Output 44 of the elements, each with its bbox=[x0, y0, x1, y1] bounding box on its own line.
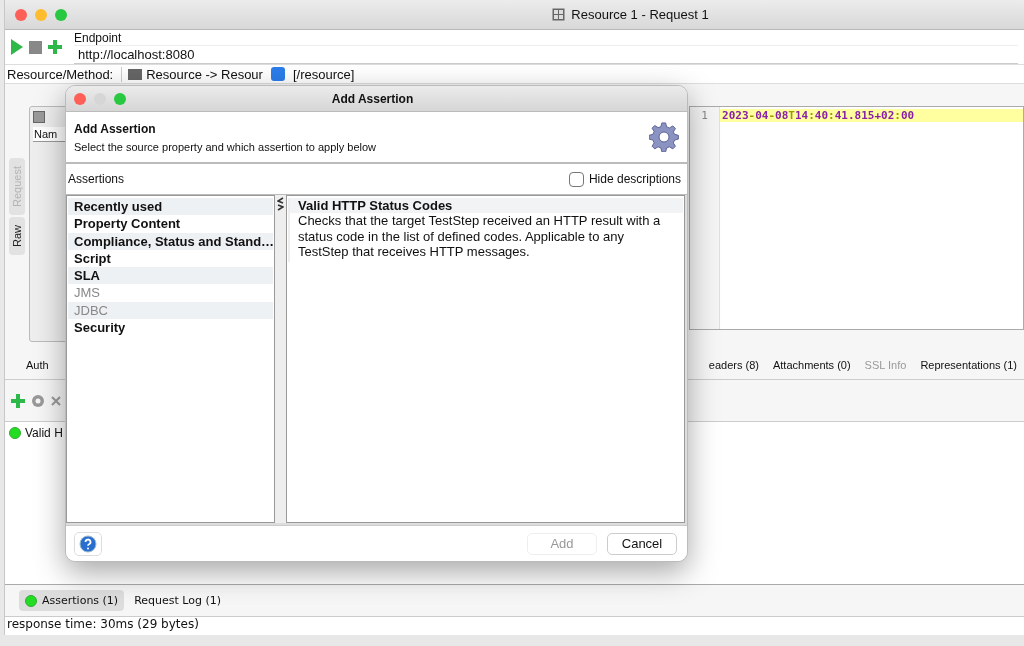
dialog-subheading: Select the source property and which assertion to apply below bbox=[74, 140, 378, 153]
detail-tab[interactable]: Attachments (0) bbox=[765, 358, 858, 371]
window-title: Resource 1 - Request 1 bbox=[571, 7, 709, 22]
status-bar: response time: 30ms (29 bytes) bbox=[5, 617, 1024, 635]
assertion-title[interactable]: Valid HTTP Status Codes bbox=[290, 198, 683, 213]
table-icon[interactable] bbox=[33, 111, 45, 123]
detail-tab[interactable]: eaders (8) bbox=[701, 358, 766, 371]
endpoint-field[interactable]: http://localhost:8080 bbox=[74, 44, 1018, 64]
zoom-button[interactable] bbox=[55, 8, 67, 21]
resource-method-label: Resource/Method: bbox=[7, 66, 114, 82]
tab-label: Assertions (1) bbox=[42, 594, 119, 607]
close-button[interactable] bbox=[74, 92, 86, 105]
help-icon bbox=[79, 534, 97, 553]
close-icon[interactable] bbox=[51, 395, 61, 406]
detail-tab[interactable]: Auth bbox=[19, 358, 56, 371]
bottom-tab[interactable]: Assertions (1) bbox=[19, 590, 125, 611]
dialog-button[interactable]: Cancel bbox=[607, 532, 677, 555]
stop-icon[interactable] bbox=[29, 40, 42, 54]
plus-icon[interactable] bbox=[11, 393, 25, 408]
dialog-heading: Add Assertion bbox=[74, 121, 157, 136]
resource-path: [/resource] bbox=[292, 66, 355, 82]
play-icon[interactable] bbox=[11, 39, 23, 55]
line-number: 1 bbox=[701, 109, 708, 122]
resource-select[interactable]: Resource -> Resour bbox=[146, 66, 263, 82]
endpoint-label: Endpoint bbox=[74, 30, 123, 45]
assertion-description: Checks that the target TestStep received an HTTP result with a status code in the list of defined codes. Applicable to any TestStep that receives HTTP messages. bbox=[298, 213, 662, 260]
assertion-name[interactable]: Valid H bbox=[25, 426, 63, 440]
dialog-title: Add Assertion bbox=[330, 91, 415, 106]
bottom-tab[interactable]: Request Log (1) bbox=[128, 590, 228, 611]
checkbox-label: Hide descriptions bbox=[588, 172, 681, 186]
grid-icon bbox=[552, 8, 566, 21]
tab-label: Request Log (1) bbox=[134, 594, 222, 607]
zoom-button[interactable] bbox=[114, 92, 126, 105]
help-button[interactable] bbox=[74, 531, 102, 556]
close-button[interactable] bbox=[15, 8, 27, 21]
split-arrows-icon[interactable] bbox=[277, 197, 284, 211]
minimize-button[interactable] bbox=[35, 8, 47, 21]
assertions-label: Assertions bbox=[68, 172, 126, 186]
plus-icon[interactable] bbox=[48, 40, 62, 54]
hide-descriptions-checkbox[interactable] bbox=[568, 171, 584, 187]
category-item[interactable]: SLA bbox=[68, 267, 273, 285]
category-item[interactable]: Recently used bbox=[68, 198, 273, 216]
side-tab[interactable]: Raw bbox=[9, 217, 25, 255]
detail-tab[interactable]: Representations (1) bbox=[913, 358, 1024, 371]
